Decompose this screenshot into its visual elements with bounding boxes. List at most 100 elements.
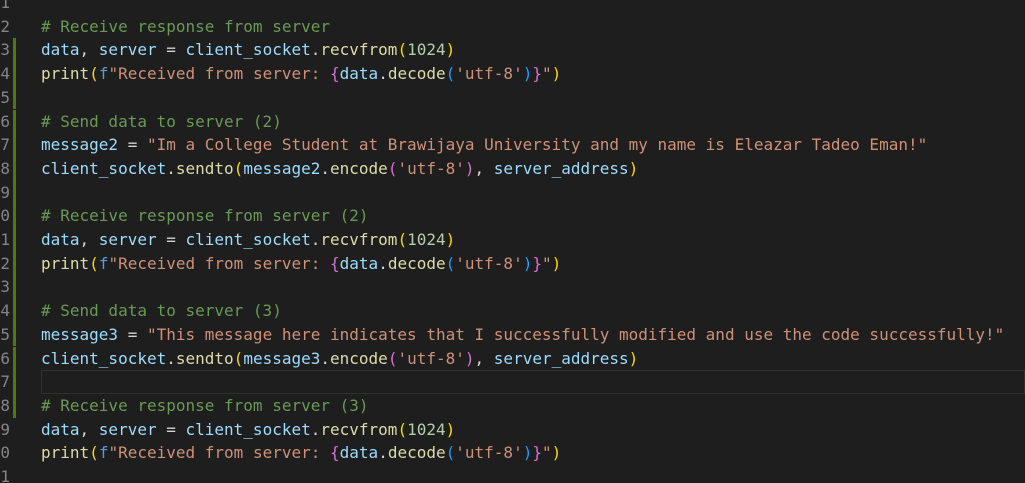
code-token: ( [397, 419, 408, 439]
code-token: server [98, 40, 157, 60]
code-token: { [330, 64, 340, 84]
line-number: 4 [0, 64, 10, 84]
line-number: 3 [0, 40, 10, 60]
git-added-marker [13, 228, 16, 252]
code-line[interactable]: 6 # Send data to server (2) [0, 109, 1025, 134]
code-line[interactable]: 7 message2 = "Im a College Student at Bra… [0, 133, 1025, 157]
code-token: " [541, 64, 552, 84]
code-line[interactable]: 20print(f"Received from server: {data.de… [0, 441, 1025, 465]
line-number: 6 [0, 111, 10, 131]
code-token: ) [445, 230, 456, 249]
code-token: ) [522, 253, 533, 273]
line-number: 17 [0, 372, 10, 392]
line-number: 1 [0, 0, 10, 12]
code-line[interactable]: 13 [0, 275, 1025, 300]
code-token: 'utf-8' [455, 253, 523, 273]
code-token: data [339, 443, 379, 463]
line-number: 14 [0, 301, 10, 321]
git-added-marker [13, 275, 16, 300]
code-token: decode [387, 253, 446, 273]
code-token: server_address [493, 348, 629, 368]
code-text: data, server = client_socket.recvfrom(10… [41, 228, 455, 252]
code-token: f [98, 443, 109, 463]
code-token: . [320, 158, 331, 178]
code-token: server_address [493, 158, 629, 178]
code-token: ( [89, 64, 99, 84]
code-line[interactable]: 12print(f"Received from server: {data.de… [0, 251, 1025, 276]
code-token: client_socket [41, 158, 167, 178]
code-token: } [532, 443, 542, 463]
code-token: . [166, 348, 176, 368]
code-text: message3 = "This message here indicates … [41, 323, 1004, 347]
code-text: message2 = "Im a College Student at Braw… [41, 133, 927, 157]
code-token: = [118, 324, 147, 344]
code-token: print [41, 64, 90, 84]
code-token: 1024 [407, 230, 446, 249]
code-line[interactable]: 17 [0, 370, 1025, 394]
code-token: data [41, 419, 80, 439]
code-line[interactable]: 15 message3 = "This message here indicate… [0, 322, 1025, 347]
code-token: "Im a College Student at Brawijaya Unive… [146, 135, 928, 155]
code-token: ) [464, 348, 475, 368]
code-token: f [98, 64, 109, 84]
code-token: ( [387, 348, 398, 368]
line-number: 12 [0, 253, 10, 273]
code-token: . [310, 230, 321, 249]
git-added-marker [13, 109, 16, 134]
code-token: " [541, 253, 552, 273]
git-added-marker [13, 62, 16, 86]
code-line[interactable]: 1 [0, 0, 1025, 15]
code-editor[interactable]: 1 2 # Receive response from server 3 data, s… [0, 0, 1025, 483]
code-token: # Receive response from server (3) [41, 395, 369, 415]
code-token: = [156, 419, 186, 439]
line-number: 9 [0, 182, 10, 202]
git-added-marker [13, 251, 16, 276]
code-token: # Send data to server (3) [41, 301, 282, 321]
code-line[interactable]: 11 data, server = client_socket.recvfrom(… [0, 228, 1025, 252]
code-token: encode [330, 158, 388, 178]
code-token: ) [628, 348, 639, 368]
code-text: # Send data to server (3) [41, 299, 282, 323]
code-token: "Received from server: [108, 443, 331, 463]
code-token: = [156, 40, 186, 60]
code-line[interactable]: 3 data, server = client_socket.recvfrom(1… [0, 38, 1025, 63]
git-added-marker [13, 370, 16, 394]
code-token: ( [233, 158, 244, 178]
code-token: " [541, 443, 552, 463]
code-line[interactable]: 4 print(f"Received from server: {data.dec… [0, 62, 1025, 86]
code-token: , [79, 230, 99, 249]
code-text: # Receive response from server [41, 15, 330, 39]
code-token: ( [89, 253, 99, 273]
code-token: . [310, 40, 321, 60]
code-token: . [378, 253, 388, 273]
code-line[interactable]: 21 [0, 465, 1025, 483]
line-number: 13 [0, 277, 10, 297]
code-line[interactable]: 8 client_socket.sendto(message2.encode('u… [0, 156, 1025, 181]
line-number: 20 [0, 443, 10, 463]
code-line[interactable]: 19 data, server = client_socket.recvfrom(… [0, 418, 1025, 442]
code-token: ( [89, 443, 99, 463]
line-number: 15 [0, 324, 10, 344]
code-token: . [378, 64, 388, 84]
code-token: , [474, 348, 494, 368]
line-number: 21 [0, 467, 10, 483]
code-token: ) [445, 40, 456, 60]
code-line[interactable]: 18 # Receive response from server (3) [0, 393, 1025, 418]
code-line[interactable]: 10 # Receive response from server (2) [0, 204, 1025, 228]
code-token: print [41, 253, 90, 273]
code-token: 'utf-8' [455, 64, 523, 84]
current-line-highlight [41, 370, 1025, 394]
code-line[interactable]: 9 [0, 180, 1025, 205]
line-number: 11 [0, 230, 10, 249]
code-token: client_socket [41, 348, 167, 368]
code-token: # Receive response from server (2) [41, 206, 369, 226]
code-line[interactable]: 16client_socket.sendto(message3.encode('… [0, 346, 1025, 371]
code-line[interactable]: 2 # Receive response from server [0, 15, 1025, 39]
code-line[interactable]: 5 [0, 85, 1025, 110]
git-added-marker [13, 322, 16, 347]
code-token: sendto [175, 348, 234, 368]
code-token: data [41, 230, 80, 249]
code-token: } [532, 64, 542, 84]
code-token: sendto [175, 158, 234, 178]
code-line[interactable]: 14 # Send data to server (3) [0, 299, 1025, 323]
